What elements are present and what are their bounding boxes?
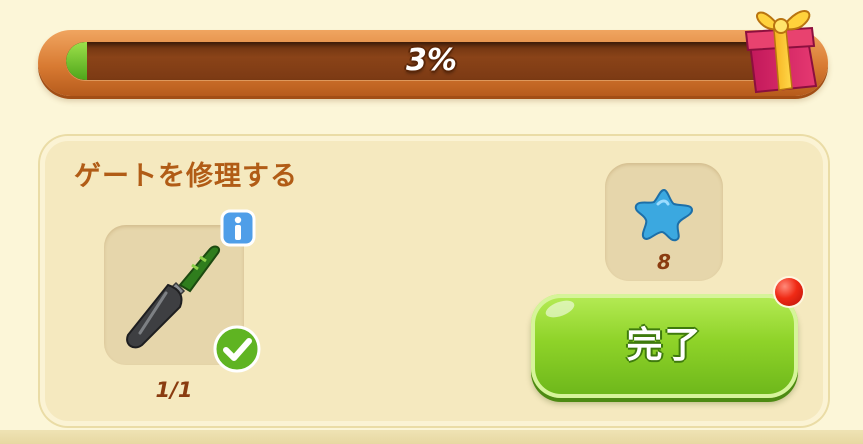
- reward-amount: 8: [657, 250, 671, 274]
- required-item-count: 1/1: [155, 378, 193, 402]
- blue-star-icon: [634, 188, 694, 242]
- checkmark-icon: [213, 325, 261, 373]
- task-title: ゲートを修理する: [74, 161, 298, 192]
- gift-box-icon[interactable]: [742, 0, 822, 96]
- info-icon[interactable]: [220, 209, 256, 247]
- notification-badge: [775, 278, 803, 306]
- progress-percent: 3%: [406, 43, 457, 78]
- complete-button[interactable]: 完了: [531, 294, 798, 398]
- complete-button-label: 完了: [626, 325, 703, 366]
- bottom-edge: [0, 430, 863, 444]
